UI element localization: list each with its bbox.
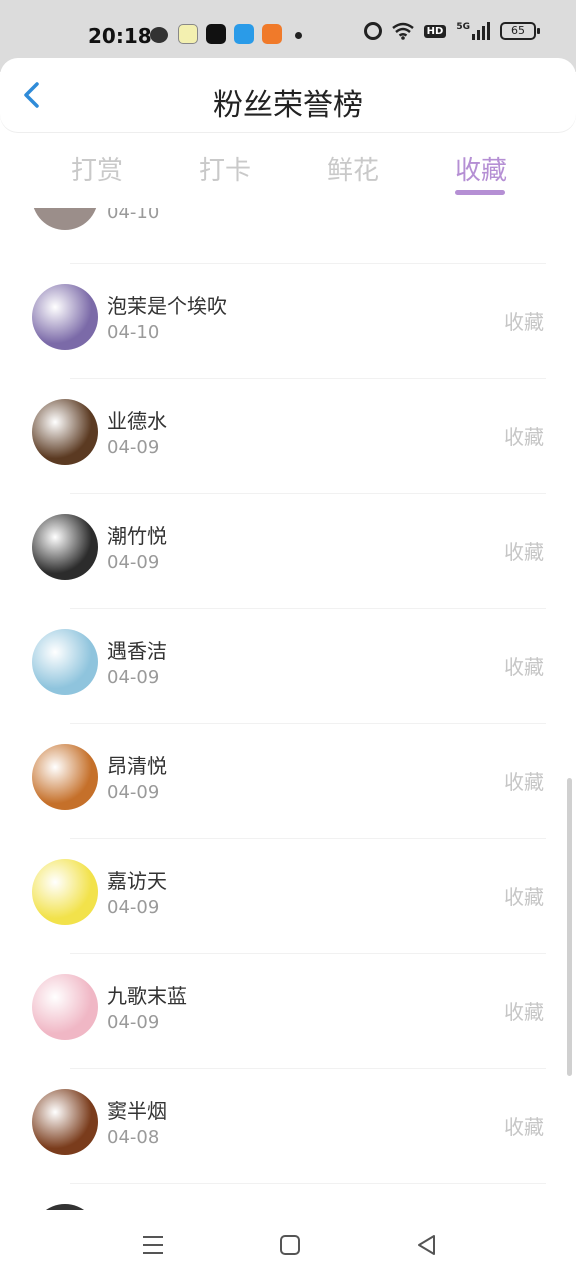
list-item[interactable]: 潮竹悦 04-09 收藏 [0,500,576,615]
item-date: 04-09 [107,1012,160,1033]
page-title: 粉丝荣誉榜 [213,88,363,123]
divider [70,493,546,494]
list-item[interactable]: 嘉访天 04-09 收藏 [0,845,576,960]
favorite-label: 收藏 [504,885,544,909]
item-name: 九歌末蓝 [107,984,187,1008]
signal-icon: 5G [456,22,490,40]
back-icon[interactable] [414,1232,440,1258]
scrollbar[interactable] [567,778,572,1076]
avatar [32,1089,98,1155]
avatar [32,744,98,810]
divider [70,1068,546,1069]
avatar [32,514,98,580]
network-label: 5G [456,22,470,32]
item-date: 04-10 [107,208,160,223]
dot-icon [295,32,302,39]
item-name: 遇香洁 [107,639,167,663]
menu-icon[interactable] [140,1232,166,1258]
divider [70,953,546,954]
item-date: 04-09 [107,897,160,918]
item-name: 潮竹悦 [107,524,167,548]
item-name: 泡茉是个埃吹 [107,294,227,318]
list-item[interactable] [0,1190,576,1210]
tab-checkin[interactable]: 打卡 [199,150,251,187]
status-icons: HD 5G 65 [363,22,540,40]
hd-badge: HD [423,24,447,38]
favorite-label: 收藏 [504,1000,544,1024]
avatar [32,399,98,465]
divider [70,838,546,839]
divider [70,1183,546,1184]
list-item[interactable]: 昂清悦 04-09 收藏 [0,730,576,845]
avatar [32,859,98,925]
status-time: 20:18 [88,24,152,48]
favorite-label: 收藏 [504,540,544,564]
favorite-label: 收藏 [504,425,544,449]
tab-bar: 打赏 打卡 鲜花 收藏 [0,138,576,208]
list-item[interactable]: 九歌末蓝 04-09 收藏 [0,960,576,1075]
tab-favorites[interactable]: 收藏 [455,150,507,187]
list-item[interactable]: 泡茉是个埃吹 04-10 收藏 [0,270,576,385]
list-item[interactable]: 业德水 04-09 收藏 [0,385,576,500]
wechat-icon [150,27,168,43]
favorite-label: 收藏 [504,770,544,794]
fan-list: 04-10 泡茉是个埃吹 04-10 收藏 业德水 04-09 收藏 潮竹悦 04-09 收藏遇… [0,208,576,1210]
divider [70,378,546,379]
tab-active-indicator [455,190,505,195]
list-item[interactable]: 04-10 [0,208,576,265]
avatar [32,208,98,230]
item-date: 04-09 [107,437,160,458]
navigation-bar [0,1210,576,1280]
item-date: 04-10 [107,322,160,343]
tab-reward[interactable]: 打赏 [71,150,123,187]
header: 粉丝荣誉榜 [0,58,576,132]
taobao-icon [262,24,282,44]
app-icon [178,24,198,44]
item-date: 04-08 [107,1127,160,1148]
tab-flowers[interactable]: 鲜花 [327,150,379,187]
favorite-label: 收藏 [504,655,544,679]
home-icon[interactable] [277,1232,303,1258]
divider [70,723,546,724]
app-icon [234,24,254,44]
item-date: 04-09 [107,552,160,573]
wifi-icon [391,22,414,40]
tiktok-icon [206,24,226,44]
item-name: 嘉访天 [107,869,167,893]
favorite-label: 收藏 [504,1115,544,1139]
battery-icon: 65 [500,22,540,40]
battery-level: 65 [511,24,525,37]
list-item[interactable]: 窦半烟 04-08 收藏 [0,1075,576,1190]
item-date: 04-09 [107,667,160,688]
favorite-label: 收藏 [504,310,544,334]
divider [70,608,546,609]
avatar [32,974,98,1040]
divider [70,263,546,264]
list-item[interactable]: 遇香洁 04-09 收藏 [0,615,576,730]
item-name: 窦半烟 [107,1099,167,1123]
alarm-icon [363,22,382,40]
avatar [32,629,98,695]
item-name: 业德水 [107,409,167,433]
item-name: 昂清悦 [107,754,167,778]
item-date: 04-09 [107,782,160,803]
avatar [32,284,98,350]
